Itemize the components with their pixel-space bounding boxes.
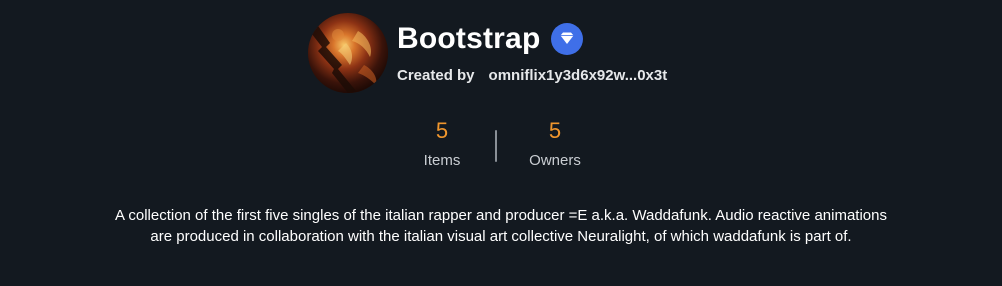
title-block: Bootstrap Created by omniflix1y3d6x92w..…	[397, 19, 667, 84]
title-row: Bootstrap	[397, 19, 667, 59]
creator-address-link[interactable]: omniflix1y3d6x92w...0x3t	[489, 67, 668, 84]
stat-owners: 5 Owners	[495, 114, 615, 169]
verified-badge-icon-graphic	[551, 22, 584, 55]
owners-count: 5	[548, 118, 562, 143]
collection-avatar	[308, 13, 388, 93]
items-label: Items	[423, 152, 461, 169]
verified-badge-icon	[551, 22, 584, 55]
collection-page: { "collection": { "title": "Bootstrap", …	[0, 0, 1002, 286]
items-count: 5	[435, 118, 449, 143]
collection-title: Bootstrap	[397, 21, 541, 55]
description-line-2: are produced in collaboration with the i…	[150, 228, 852, 245]
collection-stats: 5 Items 5 Owners	[0, 114, 1002, 176]
owners-label: Owners	[529, 152, 581, 169]
avatar-image	[308, 13, 388, 93]
stat-items: 5 Items	[382, 114, 502, 169]
collection-description: A collection of the first five singles o…	[0, 205, 1002, 247]
creator-label: Created by	[397, 66, 475, 84]
collection-header: Bootstrap Created by omniflix1y3d6x92w..…	[308, 13, 667, 93]
creator-row: Created by omniflix1y3d6x92w...0x3t	[397, 67, 667, 84]
description-line-1: A collection of the first five singles o…	[115, 207, 887, 224]
